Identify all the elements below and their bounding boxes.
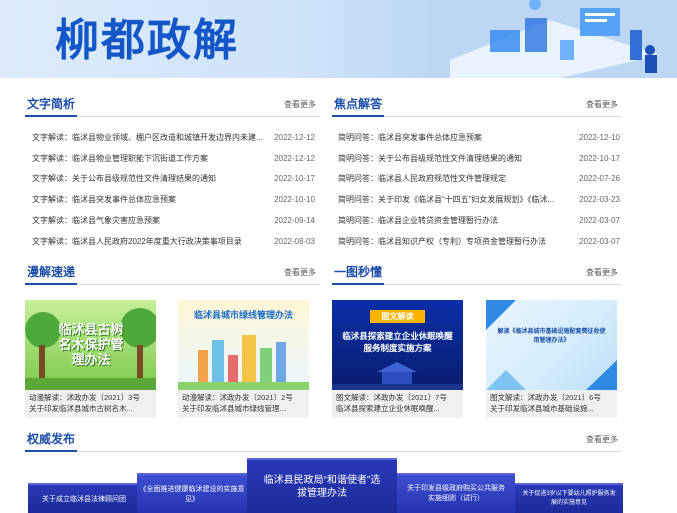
banner-illustration — [430, 0, 677, 78]
carousel-item-active[interactable]: 临沭县民政局“和谐使者”选拔管理办法 — [247, 458, 397, 513]
authority-carousel: 关于成立临沭县法律顾问团 《全面推进健康临沭建设的实施意见》 临沭县民政局“和谐… — [25, 458, 625, 513]
list-item[interactable]: 文字解读：临沭县突发事件总体应急预案 2022-10-10 — [32, 189, 315, 210]
card-tree-protection[interactable]: 临沭县古树名木保护管理办法 动漫解读：沭政办发〔2021〕3号 关于印发临沭县城… — [25, 300, 156, 426]
card-infrastructure-fee[interactable]: 解读《临沭县城市基础设施配套费征收使用管理办法》 图文解读：沭政办发〔2021〕… — [486, 300, 617, 426]
text-brief-header: 文字简析 查看更多 — [25, 97, 320, 117]
list-item[interactable]: 简明问答：临沭县突发事件总体应急预案 2022-12-10 — [338, 127, 620, 148]
comic-title: 漫解速递 — [25, 263, 78, 285]
onepic-header: 一图秒懂 查看更多 — [332, 265, 622, 285]
list-item[interactable]: 简明问答：临沭县知识产权（专利）专项资金管理暂行办法 2022-03-07 — [338, 231, 620, 252]
card-caption: 图文解读：沭政办发〔2021〕7号 临沭县探索建立企业休眠唤醒... — [332, 390, 463, 418]
onepic-more-link[interactable]: 查看更多 — [586, 267, 618, 278]
card-thumbnail-title: 解读《临沭县城市基础设施配套费征收使用管理办法》 — [497, 329, 606, 344]
text-brief-more-link[interactable]: 查看更多 — [284, 99, 316, 110]
card-thumbnail: 临沭县古树名木保护管理办法 — [25, 300, 156, 390]
authority-header: 权威发布 查看更多 — [25, 432, 622, 452]
onepic-title: 一图秒懂 — [332, 263, 385, 285]
text-brief-title: 文字简析 — [25, 95, 78, 117]
card-thumbnail-title: 临沭县城市绿线管理办法 — [193, 310, 293, 320]
banner-title: 柳都政解 — [55, 15, 239, 66]
list-item[interactable]: 简明问答：关于公布县级规范性文件清理结果的通知 2022-10-17 — [338, 148, 620, 169]
card-thumbnail-title: 临沭县古树名木保护管理办法 — [58, 322, 124, 367]
card-caption: 动漫解读：沭政办发〔2021〕3号 关于印发临沭县城市古树名木... — [25, 390, 156, 418]
card-thumbnail-title: 临沭县探索建立企业休眠唤醒服务制度实施方案 — [342, 331, 453, 353]
card-caption: 图文解读：沭政办发〔2021〕6号 关于印发临沭县城市基础设施... — [486, 390, 617, 418]
comic-header: 漫解速递 查看更多 — [25, 265, 320, 285]
carousel-item[interactable]: 关于印发县级政府购买公共服务实施细则（试行） — [397, 473, 515, 513]
list-item[interactable]: 简明问答：临沭县企业转贷资金管理暂行办法 2022-03-07 — [338, 210, 620, 231]
card-thumbnail-tag: 图文解读 — [370, 310, 425, 323]
temple-illustration — [332, 362, 463, 390]
authority-more-link[interactable]: 查看更多 — [586, 434, 618, 445]
focus-title: 焦点解答 — [332, 95, 385, 117]
focus-header: 焦点解答 查看更多 — [332, 97, 622, 117]
list-item[interactable]: 文字解读：临沭县气象灾害应急预案 2022-09-14 — [32, 210, 315, 231]
focus-list: 简明问答：临沭县突发事件总体应急预案 2022-12-10 简明问答：关于公布县级… — [338, 127, 620, 252]
carousel-item[interactable]: 关于成立临沭县法律顾问团 — [28, 483, 140, 513]
card-green-line[interactable]: 临沭县城市绿线管理办法 动漫解读：沭政办发〔2021〕2号 关于印发临沭县城市绿… — [178, 300, 309, 426]
focus-more-link[interactable]: 查看更多 — [586, 99, 618, 110]
authority-title: 权威发布 — [25, 430, 78, 452]
comic-more-link[interactable]: 查看更多 — [284, 267, 316, 278]
list-item[interactable]: 文字解读：临沭县物业领域、棚户区改造和城镇开发边界内未建... 2022-12-1… — [32, 127, 315, 148]
carousel-item[interactable]: 《全面推进健康临沭建设的实施意见》 — [137, 473, 247, 513]
list-item[interactable]: 简明问答：临沭县人民政府规范性文件管理规定 2022-07-26 — [338, 169, 620, 190]
banner: 柳都政解 — [0, 0, 677, 78]
list-item[interactable]: 文字解读：临沭县人民政府2022年度重大行政决策事项目录 2022-08-03 — [32, 231, 315, 252]
card-thumbnail: 临沭县城市绿线管理办法 — [178, 300, 309, 390]
list-item[interactable]: 文字解读：关于公布县级规范性文件清理结果的通知 2022-10-17 — [32, 169, 315, 190]
card-thumbnail: 图文解读 临沭县探索建立企业休眠唤醒服务制度实施方案 — [332, 300, 463, 390]
list-item[interactable]: 简明问答：关于印发《临沭县“十四五”妇女发展规划》《临沭... 2022-03-2… — [338, 189, 620, 210]
list-item[interactable]: 文字解读：临沭县物业管理职能下沉街道工作方案 2022-12-12 — [32, 148, 315, 169]
carousel-item[interactable]: 关于促进3岁以下婴幼儿照护服务发展的实施意见 — [515, 483, 623, 513]
card-caption: 动漫解读：沭政办发〔2021〕2号 关于印发临沭县城市绿线管理... — [178, 390, 309, 418]
card-enterprise-dormancy[interactable]: 图文解读 临沭县探索建立企业休眠唤醒服务制度实施方案 图文解读：沭政办发〔202… — [332, 300, 463, 426]
card-thumbnail: 解读《临沭县城市基础设施配套费征收使用管理办法》 — [486, 300, 617, 390]
text-brief-list: 文字解读：临沭县物业领域、棚户区改造和城镇开发边界内未建... 2022-12-1… — [32, 127, 315, 252]
